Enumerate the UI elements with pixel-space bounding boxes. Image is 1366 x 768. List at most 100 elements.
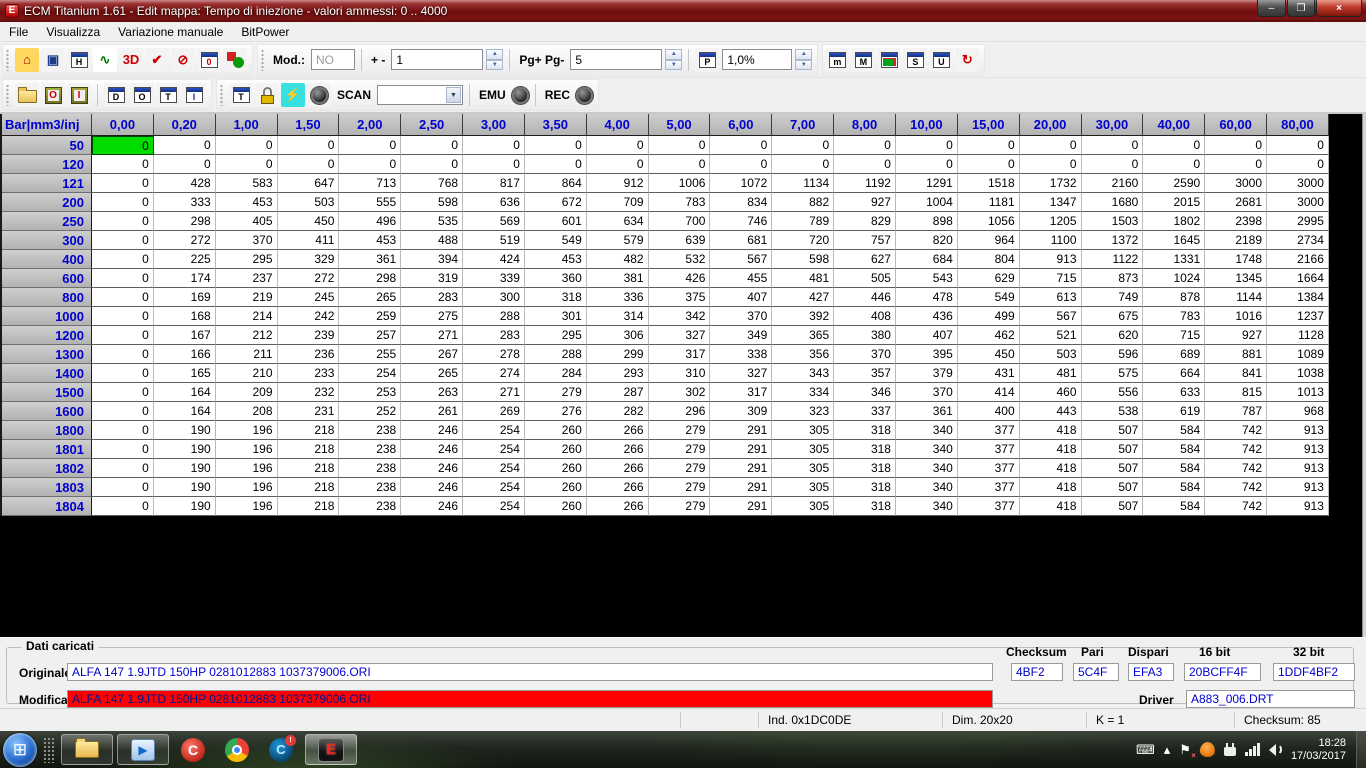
map-cell[interactable]: 317 [649,345,711,364]
map-cell[interactable]: 218 [278,440,340,459]
map-cell[interactable]: 212 [216,326,278,345]
checksum-field[interactable]: 4BF2 [1011,663,1063,681]
row-header[interactable]: 200 [2,193,92,212]
map-cell[interactable]: 190 [154,478,216,497]
map-cell[interactable]: 379 [896,364,958,383]
map-cell[interactable]: 783 [649,193,711,212]
map-cell[interactable]: 1089 [1267,345,1329,364]
map-cell[interactable]: 620 [1082,326,1144,345]
map-cell[interactable]: 627 [834,250,896,269]
map-cell[interactable]: 272 [278,269,340,288]
taskbar-clock[interactable]: 18:28 17/03/2017 [1291,737,1350,763]
map-cell[interactable]: 3000 [1205,174,1267,193]
map-cell[interactable]: 647 [278,174,340,193]
map-cell[interactable]: 166 [154,345,216,364]
rotate-icon[interactable]: ↻ [955,48,979,72]
row-header[interactable]: 300 [2,231,92,250]
map-cell[interactable]: 339 [463,269,525,288]
map-cell[interactable]: 279 [649,440,711,459]
map-cell[interactable]: 1134 [772,174,834,193]
map-cell[interactable]: 0 [587,155,649,174]
map-cell[interactable]: 912 [587,174,649,193]
map-cell[interactable]: 0 [1082,136,1144,155]
column-header[interactable]: 15,00 [958,114,1020,136]
chevron-down-icon[interactable]: ▼ [446,87,461,103]
map-cell[interactable]: 1024 [1143,269,1205,288]
map-cell[interactable]: 1384 [1267,288,1329,307]
runner-icon[interactable]: ⚡ [281,83,305,107]
map-cell[interactable]: 291 [710,440,772,459]
bit32-field[interactable]: 1DDF4BF2 [1273,663,1355,681]
confirm-edit-icon[interactable]: ✔ [145,48,169,72]
map-cell[interactable]: 300 [463,288,525,307]
map-cell[interactable]: 271 [463,383,525,402]
map-cell[interactable]: 684 [896,250,958,269]
map-cell[interactable]: 271 [401,326,463,345]
map-cell[interactable]: 709 [587,193,649,212]
map-cell[interactable]: 302 [649,383,711,402]
map-cell[interactable]: 167 [154,326,216,345]
scan-dropdown[interactable]: ▼ [377,85,463,105]
map-cell[interactable]: 1372 [1082,231,1144,250]
row-header[interactable]: 1500 [2,383,92,402]
map-cell[interactable]: 418 [1020,440,1082,459]
percent-spinner[interactable]: ▲▼ [795,49,812,70]
map-cell[interactable]: 218 [278,459,340,478]
map-cell[interactable]: 1122 [1082,250,1144,269]
map-cell[interactable]: 394 [401,250,463,269]
map-cell[interactable]: 601 [525,212,587,231]
map-cell[interactable]: 218 [278,421,340,440]
minimize-button[interactable]: – [1257,0,1286,17]
map-cell[interactable]: 0 [1143,136,1205,155]
column-header[interactable]: 10,00 [896,114,958,136]
map-cell[interactable]: 567 [710,250,772,269]
column-header[interactable]: 3,50 [525,114,587,136]
map-cell[interactable]: 0 [92,364,154,383]
map-cell[interactable]: 453 [525,250,587,269]
restore-button[interactable]: ❐ [1287,0,1315,17]
map-cell[interactable]: 0 [339,155,401,174]
map-cell[interactable]: 340 [896,459,958,478]
map-cell[interactable]: 0 [92,212,154,231]
map-cell[interactable]: 269 [463,402,525,421]
toolbar-grip[interactable] [260,49,265,71]
map-cell[interactable]: 381 [587,269,649,288]
map-cell[interactable]: 370 [710,307,772,326]
window-i-icon[interactable]: I [182,83,206,107]
map-cell[interactable]: 342 [649,307,711,326]
map-cell[interactable]: 2398 [1205,212,1267,231]
map-cell[interactable]: 370 [834,345,896,364]
map-cell[interactable]: 0 [834,136,896,155]
menu-variazione-manuale[interactable]: Variazione manuale [109,23,232,41]
map-cell[interactable]: 2681 [1205,193,1267,212]
column-header[interactable]: 1,50 [278,114,340,136]
row-header[interactable]: 50 [2,136,92,155]
map-cell[interactable]: 481 [1020,364,1082,383]
map-cell[interactable]: 395 [896,345,958,364]
column-header[interactable]: 3,00 [463,114,525,136]
map-cell[interactable]: 414 [958,383,1020,402]
map-cell[interactable]: 864 [525,174,587,193]
taskbar-item-explorer[interactable] [61,734,113,765]
map-cell[interactable]: 305 [772,421,834,440]
avast-tray-icon[interactable] [1200,742,1215,757]
map-cell[interactable]: 305 [772,440,834,459]
map-cell[interactable]: 231 [278,402,340,421]
map-cell[interactable]: 418 [1020,459,1082,478]
map-cell[interactable]: 246 [401,497,463,516]
map-cell[interactable]: 549 [525,231,587,250]
cascade-windows-icon[interactable]: ▣ [41,48,65,72]
row-header[interactable]: 250 [2,212,92,231]
row-header[interactable]: 1600 [2,402,92,421]
map-cell[interactable]: 164 [154,402,216,421]
map-cell[interactable]: 275 [401,307,463,326]
map-cell[interactable]: 233 [278,364,340,383]
map-cell[interactable]: 715 [1020,269,1082,288]
map-cell[interactable]: 1291 [896,174,958,193]
map-cell[interactable]: 377 [958,478,1020,497]
map-cell[interactable]: 634 [587,212,649,231]
map-cell[interactable]: 0 [525,136,587,155]
map-cell[interactable]: 318 [834,497,896,516]
map-cell[interactable]: 460 [1020,383,1082,402]
row-header[interactable]: 1803 [2,478,92,497]
